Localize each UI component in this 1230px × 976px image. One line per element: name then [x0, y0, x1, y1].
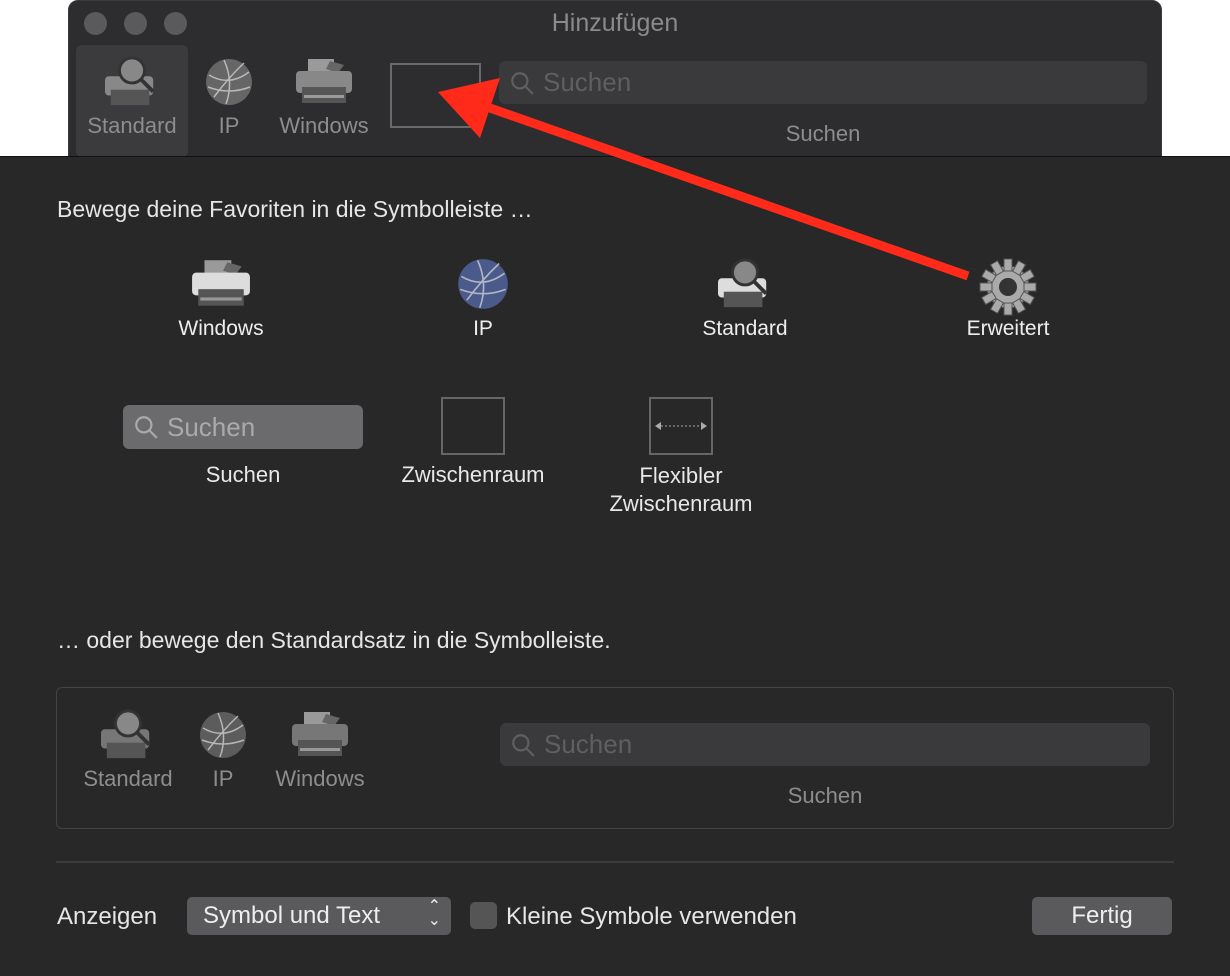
annotation-arrow	[438, 78, 970, 281]
